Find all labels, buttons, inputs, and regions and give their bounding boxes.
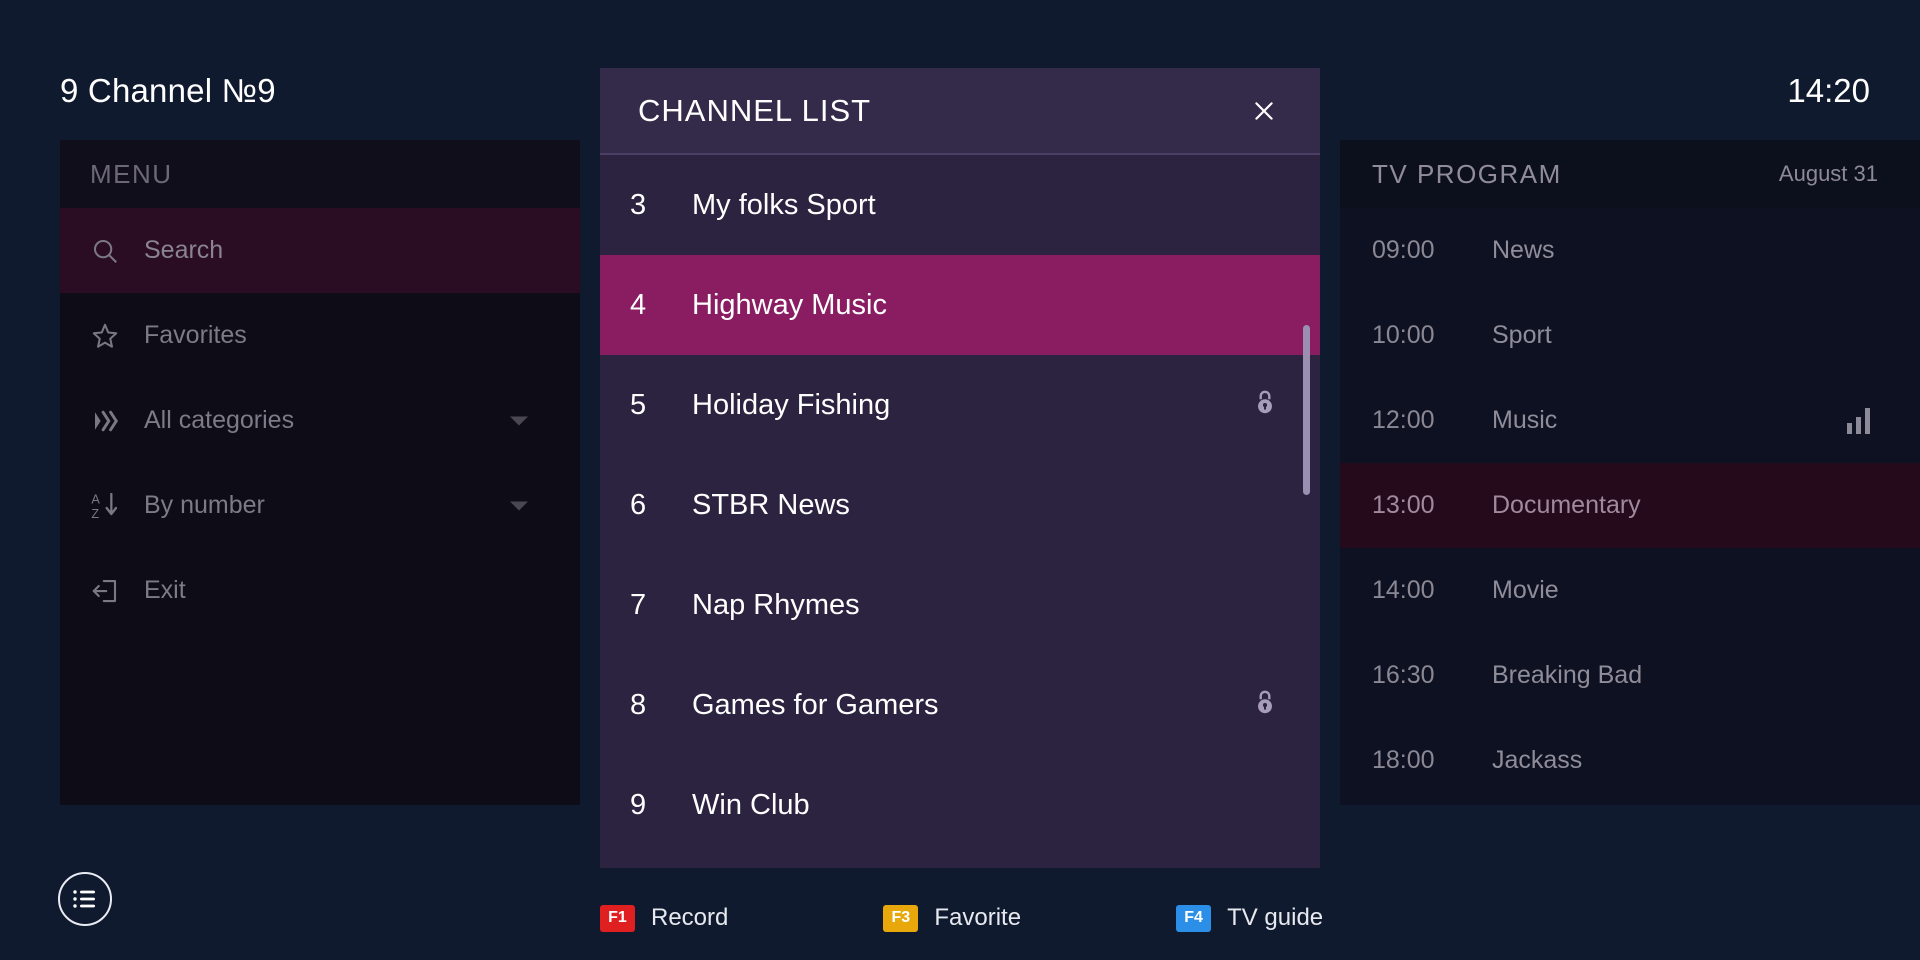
lock-icon — [1252, 688, 1278, 723]
channel-list-item[interactable]: 4 Highway Music — [600, 255, 1320, 355]
menu-item-label: Favorites — [144, 321, 247, 349]
program-name: Breaking Bad — [1492, 661, 1643, 689]
program-time: 16:30 — [1372, 661, 1435, 689]
categories-icon — [90, 401, 136, 441]
program-name: Documentary — [1492, 491, 1641, 519]
star-icon — [90, 316, 136, 356]
program-time: 18:00 — [1372, 746, 1435, 774]
channel-number: 9 — [630, 788, 647, 821]
menu-item-search[interactable]: Search — [60, 208, 580, 293]
chevron-down-icon[interactable] — [510, 501, 528, 510]
fkey-badge: F4 — [1176, 904, 1212, 932]
tv-program-row[interactable]: 12:00 Music — [1340, 378, 1920, 463]
channel-list-item[interactable]: 7 Nap Rhymes — [600, 555, 1320, 655]
program-time: 14:00 — [1372, 576, 1435, 604]
chevron-down-icon[interactable] — [510, 416, 528, 425]
fkey-label: TV guide — [1227, 904, 1324, 931]
program-name: Movie — [1492, 576, 1559, 604]
menu-panel: MENU Search Favorites All categories A Z… — [60, 140, 580, 805]
program-time: 10:00 — [1372, 321, 1435, 349]
menu-item-by-number[interactable]: A Z By number — [60, 463, 580, 548]
channel-list-item[interactable]: 9 Win Club — [600, 755, 1320, 855]
fkey-tv-guide[interactable]: F4 TV guide — [1176, 904, 1323, 932]
channel-name: STBR News — [692, 488, 850, 521]
tv-program-header: TV PROGRAM August 31 — [1340, 140, 1920, 208]
menu-item-label: Search — [144, 236, 224, 264]
tv-program-row[interactable]: 09:00 News — [1340, 208, 1920, 293]
channel-number: 5 — [630, 388, 647, 421]
channel-name: Holiday Fishing — [692, 388, 891, 421]
program-time: 13:00 — [1372, 491, 1435, 519]
search-icon — [90, 231, 136, 271]
tv-program-title: TV PROGRAM — [1372, 158, 1562, 189]
menu-panel-header: MENU — [60, 140, 580, 208]
clock-label: 14:20 — [1787, 72, 1870, 109]
program-name: Sport — [1492, 321, 1552, 349]
menu-item-label: By number — [144, 491, 265, 519]
program-name: Music — [1492, 406, 1558, 434]
channel-name: Games for Gamers — [692, 688, 939, 721]
channel-list-item[interactable]: 5 Holiday Fishing — [600, 355, 1320, 455]
fkey-record[interactable]: F1 Record — [600, 904, 728, 932]
close-icon[interactable] — [1246, 93, 1282, 129]
channel-list-item[interactable]: 3 My folks Sport — [600, 155, 1320, 255]
fkey-favorite[interactable]: F3 Favorite — [883, 904, 1021, 932]
lock-icon — [1252, 388, 1278, 423]
program-time: 12:00 — [1372, 406, 1435, 434]
menu-item-exit[interactable]: Exit — [60, 548, 580, 633]
channel-list-body: 3 My folks Sport 4 Highway Music 5 Holid… — [600, 155, 1320, 868]
channel-number: 8 — [630, 688, 647, 721]
channel-number: 6 — [630, 488, 647, 521]
tv-program-row[interactable]: 13:00 Documentary — [1340, 463, 1920, 548]
tv-program-row[interactable]: 16:30 Breaking Bad — [1340, 633, 1920, 718]
channel-list-title: CHANNEL LIST — [638, 92, 872, 128]
channel-name: My folks Sport — [692, 188, 876, 221]
tv-program-date: August 31 — [1778, 161, 1878, 186]
menu-item-all-categories[interactable]: All categories — [60, 378, 580, 463]
channel-list-scrollbar[interactable] — [1303, 325, 1310, 495]
fkey-label: Record — [651, 904, 729, 931]
menu-item-favorites[interactable]: Favorites — [60, 293, 580, 378]
channel-name: Nap Rhymes — [692, 588, 860, 621]
tv-program-row[interactable]: 18:00 Jackass — [1340, 718, 1920, 803]
function-key-bar: F1 Record F3 Favorite F4 TV guide — [600, 904, 1478, 932]
tv-program-row[interactable]: 10:00 Sport — [1340, 293, 1920, 378]
channel-name: Win Club — [692, 788, 810, 821]
tv-app-screen: 9 Channel №9 14:20 MENU Search Favorites — [0, 0, 1920, 960]
channel-list-header: CHANNEL LIST — [600, 68, 1320, 155]
channel-number: 3 — [630, 188, 647, 221]
svg-text:Z: Z — [91, 507, 99, 521]
program-name: Jackass — [1492, 746, 1583, 774]
fkey-badge: F3 — [883, 904, 919, 932]
exit-icon — [90, 571, 136, 611]
fkey-badge: F1 — [600, 904, 635, 932]
equalizer-icon — [1847, 407, 1870, 434]
channel-number: 7 — [630, 588, 647, 621]
sort-az-icon: A Z — [90, 486, 136, 526]
tv-program-panel: TV PROGRAM August 31 09:00 News 10:00 Sp… — [1340, 140, 1920, 805]
menu-item-label: Exit — [144, 576, 186, 604]
channel-list-item[interactable]: 8 Games for Gamers — [600, 655, 1320, 755]
svg-text:A: A — [91, 492, 100, 506]
fkey-label: Favorite — [934, 904, 1022, 931]
channel-name: Highway Music — [692, 288, 887, 321]
tv-program-row[interactable]: 14:00 Movie — [1340, 548, 1920, 633]
channel-list-item[interactable]: 6 STBR News — [600, 455, 1320, 555]
menu-item-label: All categories — [144, 406, 295, 434]
current-channel-label: 9 Channel №9 — [60, 72, 276, 109]
channel-list-modal: CHANNEL LIST 3 My folks Sport 4 Highway … — [600, 68, 1320, 868]
list-menu-button[interactable] — [58, 872, 112, 926]
program-name: News — [1492, 236, 1555, 264]
program-time: 09:00 — [1372, 236, 1435, 264]
channel-number: 4 — [630, 288, 647, 321]
